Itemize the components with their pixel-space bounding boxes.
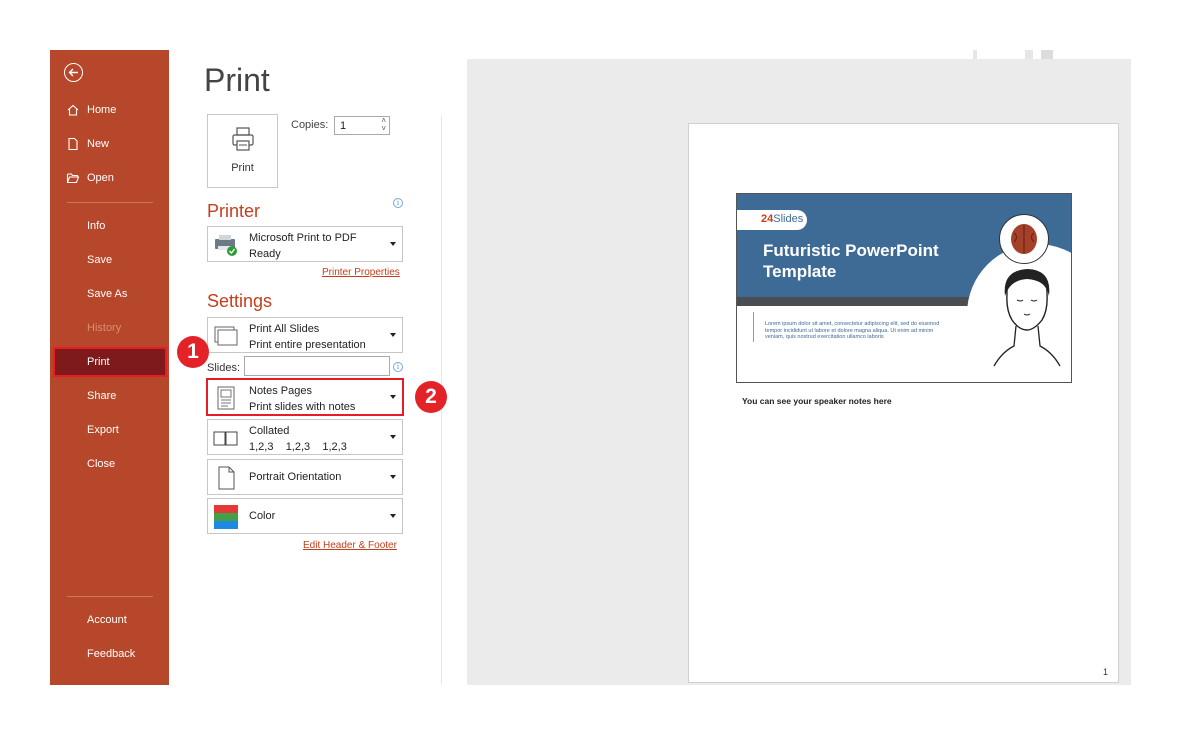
collated-pages-icon [213, 431, 238, 446]
printer-icon [215, 235, 237, 256]
slide-title: Futuristic PowerPoint Template [763, 241, 939, 281]
backstage-sidebar: Home New Open Info Save Save As History … [50, 50, 169, 685]
sidebar-item-account[interactable]: Account [50, 605, 169, 635]
sidebar-divider [67, 202, 153, 203]
stepper-arrows-icon[interactable]: ˄ ˅ [381, 117, 386, 133]
sidebar-item-label: Home [87, 104, 117, 116]
step-badge-2: 2 [415, 381, 447, 413]
slides-label: Slides: [207, 362, 241, 374]
logo-suffix: Slides [773, 213, 804, 225]
sidebar-item-close[interactable]: Close [50, 449, 169, 479]
sidebar-item-export[interactable]: Export [50, 415, 169, 445]
collation-order: 1,2,3 1,2,3 1,2,3 [249, 441, 347, 453]
slide-thumbnail: 24Slides Futuristic PowerPoint Template … [736, 193, 1072, 383]
printer-dropdown[interactable]: Microsoft Print to PDF Ready [207, 226, 403, 262]
print-layout-label: Notes Pages [249, 385, 312, 397]
sidebar-item-label: History [87, 322, 122, 334]
color-dropdown[interactable]: Color [207, 498, 403, 534]
print-layout-dropdown[interactable]: Notes Pages Print slides with notes [206, 378, 404, 416]
copies-label: Copies: [291, 119, 329, 131]
sidebar-item-label: Print [87, 356, 110, 368]
dropdown-caret-icon [390, 242, 396, 246]
printer-heading: Printer [207, 201, 261, 221]
sidebar-item-home[interactable]: Home [50, 95, 169, 125]
portrait-page-icon [218, 466, 235, 490]
dropdown-caret-icon [390, 333, 396, 337]
home-icon [67, 104, 79, 116]
dropdown-caret-icon [390, 395, 396, 399]
sidebar-item-feedback[interactable]: Feedback [50, 639, 169, 669]
new-document-icon [68, 137, 78, 151]
printer-properties-link[interactable]: Printer Properties [322, 267, 400, 278]
slide-accent-line [753, 312, 754, 342]
sidebar-item-label: Account [87, 614, 127, 626]
dropdown-caret-icon [390, 475, 396, 479]
copies-value: 1 [340, 120, 347, 132]
orientation-dropdown[interactable]: Portrait Orientation [207, 459, 403, 495]
logo-prefix: 24 [761, 213, 774, 225]
brain-icon [999, 214, 1049, 264]
sidebar-item-new[interactable]: New [50, 129, 169, 159]
color-icon [214, 505, 238, 529]
print-button-label: Print [231, 162, 254, 174]
page-number: 1 [1102, 667, 1108, 677]
info-icon[interactable]: i [393, 362, 403, 372]
collation-dropdown[interactable]: Collated 1,2,3 1,2,3 1,2,3 [207, 419, 403, 455]
dropdown-caret-icon [390, 435, 396, 439]
orientation-label: Portrait Orientation [249, 471, 342, 483]
notes-page-icon [217, 386, 235, 410]
settings-heading: Settings [207, 291, 273, 311]
print-preview-area: 24Slides Futuristic PowerPoint Template … [467, 59, 1131, 685]
sidebar-item-label: Close [87, 458, 116, 470]
print-button[interactable]: Print [207, 114, 278, 188]
page-title: Print [204, 62, 270, 98]
printer-status: Ready [249, 248, 281, 260]
sidebar-item-share[interactable]: Share [50, 381, 169, 411]
print-range-description: Print entire presentation [249, 339, 366, 351]
sidebar-item-label: Save As [87, 288, 128, 300]
print-range-dropdown[interactable]: Print All Slides Print entire presentati… [207, 317, 403, 353]
sidebar-item-label: New [87, 138, 110, 150]
sidebar-item-label: Save [87, 254, 113, 266]
sidebar-item-label: Info [87, 220, 106, 232]
preview-page: 24Slides Futuristic PowerPoint Template … [688, 123, 1119, 683]
slide-body-text: Lorem ipsum dolor sit amet, consectetur … [765, 321, 940, 340]
sidebar-item-history: History [50, 313, 169, 343]
slides-stack-icon [214, 326, 238, 346]
sidebar-item-save[interactable]: Save [50, 245, 169, 275]
info-icon[interactable]: i [393, 198, 403, 208]
sidebar-item-label: Share [87, 390, 117, 402]
slides-input[interactable] [244, 356, 390, 376]
printer-icon [232, 127, 254, 151]
print-backstage: Home New Open Info Save Save As History … [50, 50, 1131, 685]
sidebar-item-info[interactable]: Info [50, 211, 169, 241]
speaker-notes: You can see your speaker notes here [742, 396, 892, 406]
copies-stepper[interactable]: 1 ˄ ˅ [334, 116, 390, 135]
back-arrow-icon[interactable] [64, 63, 83, 82]
sidebar-item-label: Open [87, 172, 114, 184]
collation-label: Collated [249, 425, 290, 437]
folder-open-icon [66, 173, 80, 184]
print-range-label: Print All Slides [249, 323, 320, 335]
color-label: Color [249, 510, 276, 522]
sidebar-item-save-as[interactable]: Save As [50, 279, 169, 309]
sidebar-item-label: Export [87, 424, 119, 436]
sidebar-item-label: Feedback [87, 648, 136, 660]
step-badge-1: 1 [177, 336, 209, 368]
print-main-panel: Print Print Copies: 1 ˄ ˅ Printer i Micr… [169, 50, 1131, 685]
face-illustration [993, 269, 1061, 367]
slide-logo: 24Slides [737, 210, 807, 230]
sidebar-item-open[interactable]: Open [50, 163, 169, 193]
edit-header-footer-link[interactable]: Edit Header & Footer [303, 540, 397, 551]
dropdown-caret-icon [390, 514, 396, 518]
printer-name: Microsoft Print to PDF [249, 232, 357, 244]
print-layout-description: Print slides with notes [249, 401, 356, 413]
sidebar-item-print[interactable]: Print [53, 347, 167, 377]
sidebar-divider [67, 596, 153, 597]
